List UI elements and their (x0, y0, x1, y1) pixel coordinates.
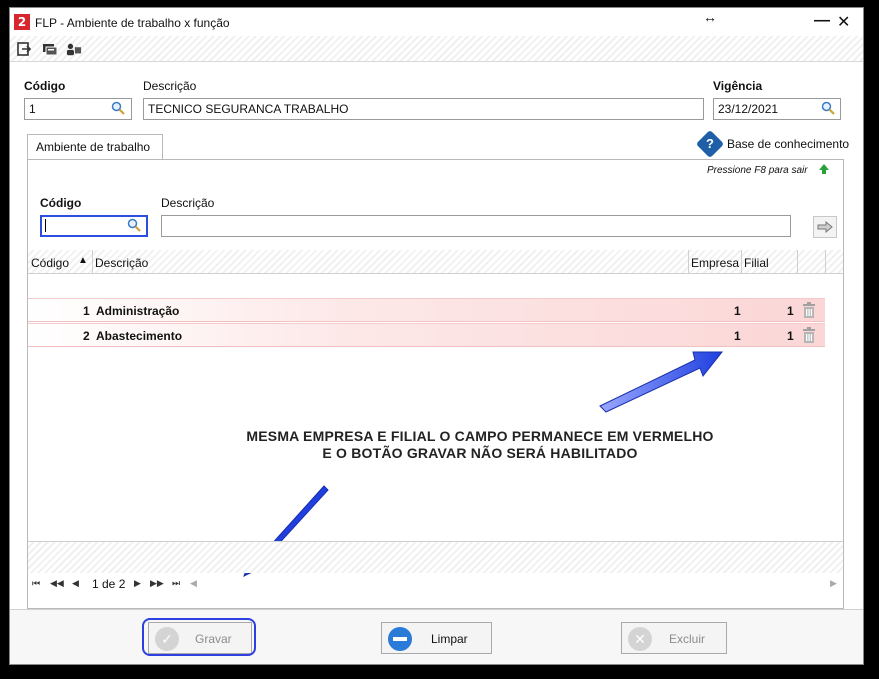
excluir-label: Excluir (669, 632, 706, 646)
delete-x-icon: ✕ (628, 627, 652, 651)
pager: ⏮ ◀◀ ◀ 1 de 2 ▶ ▶▶ ⏭ ◀ ▶ (28, 573, 843, 595)
grid-footer (28, 541, 843, 573)
limpar-button[interactable]: Limpar (381, 622, 492, 654)
prev-page-button[interactable]: ◀ (72, 578, 79, 589)
page-indicator: 1 de 2 (92, 577, 126, 591)
last-page-button[interactable]: ⏭ (172, 578, 180, 589)
limpar-label: Limpar (431, 632, 468, 646)
next-page-button[interactable]: ▶ (134, 578, 141, 589)
first-page-button[interactable]: ⏮ (32, 578, 40, 589)
scroll-right-icon[interactable]: ▶ (830, 578, 837, 589)
main-window: 2 FLP - Ambiente de trabalho x função ↔ … (9, 7, 864, 665)
minus-icon (388, 627, 412, 651)
excluir-button[interactable]: ✕ Excluir (621, 622, 727, 654)
arrow-to-row-icon (599, 351, 724, 413)
scroll-left-icon[interactable]: ◀ (190, 578, 197, 589)
prev-page-group-button[interactable]: ◀◀ (50, 578, 64, 589)
gravar-highlight (142, 618, 256, 656)
next-page-group-button[interactable]: ▶▶ (150, 578, 164, 589)
